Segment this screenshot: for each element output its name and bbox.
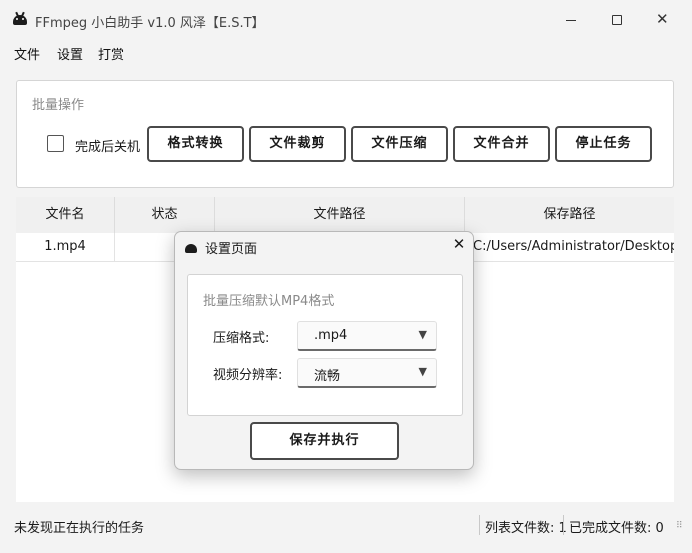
resolution-dropdown[interactable]: 流畅 ▼ [297, 358, 437, 388]
maximize-button[interactable] [594, 0, 640, 40]
title-bar: FFmpeg 小白助手 v1.0 风泽【E.S.T】 ✕ [0, 0, 692, 40]
column-header-save-path[interactable]: 保存路径 [465, 197, 674, 233]
save-and-run-button[interactable]: 保存并执行 [250, 422, 399, 460]
resolution-label: 视频分辨率: [213, 368, 283, 383]
cell-filename: 1.mp4 [16, 233, 115, 261]
resolution-dropdown-value: 流畅 [314, 369, 341, 384]
column-header-status[interactable]: 状态 [115, 197, 215, 233]
dialog-close-icon[interactable]: ✕ [449, 235, 469, 253]
file-compress-button[interactable]: 文件压缩 [351, 126, 448, 162]
menu-settings[interactable]: 设置 [57, 44, 83, 63]
status-message: 未发现正在执行的任务 [14, 521, 145, 536]
batch-panel-title: 批量操作 [32, 98, 85, 113]
settings-dialog: 设置页面 ✕ 批量压缩默认MP4格式 压缩格式: .mp4 ▼ 视频分辨率: 流… [174, 231, 474, 470]
column-header-filename[interactable]: 文件名 [16, 197, 115, 233]
dialog-title: 设置页面 [205, 242, 258, 257]
minimize-icon [566, 20, 576, 21]
chevron-down-icon: ▼ [418, 328, 427, 341]
column-header-path[interactable]: 文件路径 [215, 197, 465, 233]
chevron-down-icon: ▼ [418, 365, 427, 378]
format-convert-button[interactable]: 格式转换 [147, 126, 244, 162]
shutdown-checkbox-label[interactable]: 完成后关机 [75, 136, 140, 155]
format-dropdown[interactable]: .mp4 ▼ [297, 321, 437, 351]
list-file-count: 列表文件数: 1 [485, 521, 567, 536]
window-close-button[interactable]: ✕ [640, 0, 686, 40]
maximize-icon [612, 15, 622, 25]
file-merge-button[interactable]: 文件合并 [453, 126, 550, 162]
window-title: FFmpeg 小白助手 v1.0 风泽【E.S.T】 [35, 16, 265, 31]
status-divider [479, 515, 480, 535]
batch-operations-panel: 批量操作 完成后关机 格式转换 文件裁剪 文件压缩 文件合并 停止任务 [16, 80, 674, 188]
format-label: 压缩格式: [213, 331, 270, 346]
compress-settings-group: 批量压缩默认MP4格式 压缩格式: .mp4 ▼ 视频分辨率: 流畅 ▼ [187, 274, 463, 416]
close-icon: ✕ [656, 10, 669, 28]
file-trim-button[interactable]: 文件裁剪 [249, 126, 346, 162]
shutdown-checkbox[interactable] [47, 135, 64, 152]
stop-task-button[interactable]: 停止任务 [555, 126, 652, 162]
menu-bar: 文件 设置 打赏 [0, 40, 692, 66]
android-app-icon [185, 244, 197, 253]
menu-file[interactable]: 文件 [14, 44, 40, 63]
cell-save-path: C:/Users/Administrator/Desktop... [473, 239, 674, 254]
android-app-icon [13, 15, 27, 25]
menu-donate[interactable]: 打赏 [98, 44, 124, 63]
minimize-button[interactable] [548, 0, 594, 40]
completed-file-count: 已完成文件数: 0 [569, 521, 664, 536]
resize-grip-icon[interactable]: ⠿ [676, 522, 683, 531]
status-bar: 未发现正在执行的任务 列表文件数: 1 已完成文件数: 0 ⠿ [0, 512, 692, 538]
status-divider [563, 515, 564, 535]
compress-settings-title: 批量压缩默认MP4格式 [203, 294, 335, 309]
format-dropdown-value: .mp4 [314, 328, 348, 343]
